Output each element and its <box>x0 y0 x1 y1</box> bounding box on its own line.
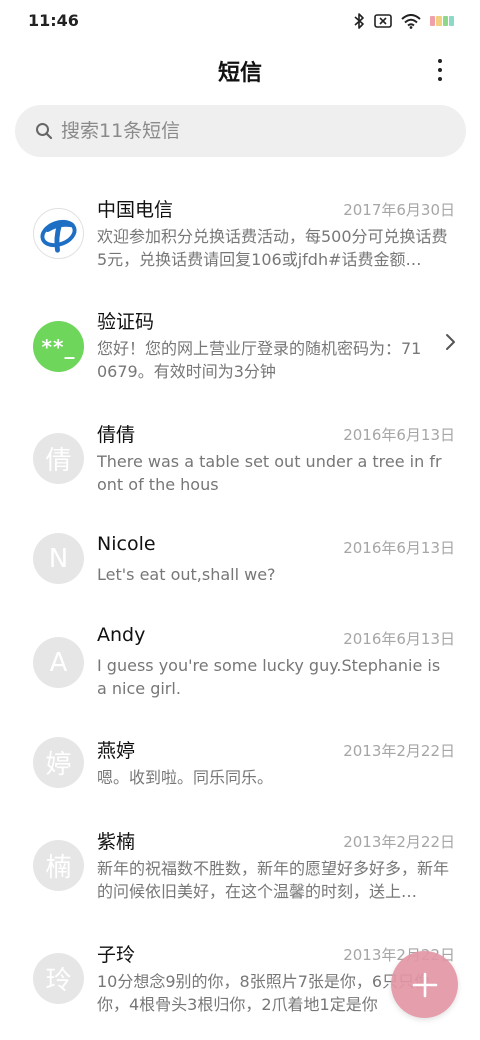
message-date: 2013年2月22日 <box>343 833 455 851</box>
status-time: 11:46 <box>28 11 79 30</box>
sender-name: 中国电信 <box>97 199 174 221</box>
avatar: A <box>33 637 84 688</box>
wifi-icon <box>401 13 421 29</box>
battery-segment <box>442 16 448 26</box>
page-title: 短信 <box>217 61 262 86</box>
battery-segment <box>436 16 442 26</box>
message-date: 2016年6月13日 <box>343 539 455 557</box>
search-box[interactable] <box>15 105 466 157</box>
sender-name: 燕婷 <box>97 740 136 762</box>
more-options-button[interactable] <box>426 56 454 84</box>
message-item[interactable]: 倩 倩倩 2016年6月13日 There was a table set ou… <box>0 402 480 512</box>
search-icon <box>36 123 53 140</box>
message-date: 2016年6月13日 <box>343 426 455 444</box>
message-item[interactable]: **_ 验证码 您好！您的网上营业厅登录的随机密码为：710679。有效时间为3… <box>0 289 480 399</box>
message-date: 2013年2月22日 <box>343 742 455 760</box>
message-item[interactable]: A Andy 2016年6月13日 I guess you're some lu… <box>0 606 480 716</box>
battery-segment <box>448 16 454 26</box>
sender-name: 倩倩 <box>97 424 136 446</box>
bluetooth-icon <box>354 13 364 29</box>
status-bar: 11:46 <box>0 0 480 42</box>
search-input[interactable] <box>61 118 441 144</box>
more-vertical-icon-dot <box>438 68 442 72</box>
message-date: 2017年6月30日 <box>343 201 455 219</box>
sender-name: 验证码 <box>97 311 155 333</box>
avatar: N <box>33 533 84 584</box>
message-date: 2016年6月13日 <box>343 630 455 648</box>
avatar: 婷 <box>33 737 84 788</box>
avatar: 倩 <box>33 433 84 484</box>
more-vertical-icon-dot <box>438 77 442 81</box>
message-preview: 您好！您的网上营业厅登录的随机密码为：710679。有效时间为3分钟 <box>97 339 422 381</box>
battery-segment <box>430 16 436 26</box>
message-preview: 欢迎参加积分兑换话费活动，每500分可兑换话费5元，兑换话费请回复106或jfd… <box>97 227 448 269</box>
message-preview: 嗯。收到啦。同乐同乐。 <box>97 768 274 787</box>
more-vertical-icon-dot <box>438 59 442 63</box>
no-sim-icon <box>374 14 392 28</box>
message-item[interactable]: 楠 紫楠 2013年2月22日 新年的祝福数不胜数，新年的愿望好多好多，新年的问… <box>0 809 480 919</box>
message-preview: I guess you're some lucky guy.Stephanie … <box>97 656 441 698</box>
verification-code-avatar: **_ <box>33 321 84 372</box>
chevron-right-icon[interactable] <box>444 333 456 351</box>
sender-name: Nicole <box>97 533 156 555</box>
sender-name: 紫楠 <box>97 831 136 853</box>
sender-name: Andy <box>97 624 146 646</box>
message-preview: There was a table set out under a tree i… <box>97 452 442 494</box>
sender-name: 子玲 <box>97 944 136 966</box>
avatar: 玲 <box>33 953 84 1004</box>
message-item[interactable]: 中国电信 2017年6月30日 欢迎参加积分兑换话费活动，每500分可兑换话费5… <box>0 177 480 287</box>
messages-screen: 11:46 短信 搜索11条短信 中国电信 2017年6月30日 欢迎参加积分兑… <box>0 0 480 1040</box>
status-icons <box>353 11 454 31</box>
message-preview: Let's eat out,shall we? <box>97 565 276 584</box>
message-preview: 新年的祝福数不胜数，新年的愿望好多好多，新年的问候依旧美好，在这个温馨的时刻，送… <box>97 859 449 901</box>
china-telecom-logo-icon <box>33 208 84 259</box>
battery-icon <box>430 16 454 26</box>
plus-icon <box>412 972 437 997</box>
header: 短信 <box>0 42 480 100</box>
new-message-button[interactable] <box>391 951 458 1018</box>
avatar: 楠 <box>33 840 84 891</box>
